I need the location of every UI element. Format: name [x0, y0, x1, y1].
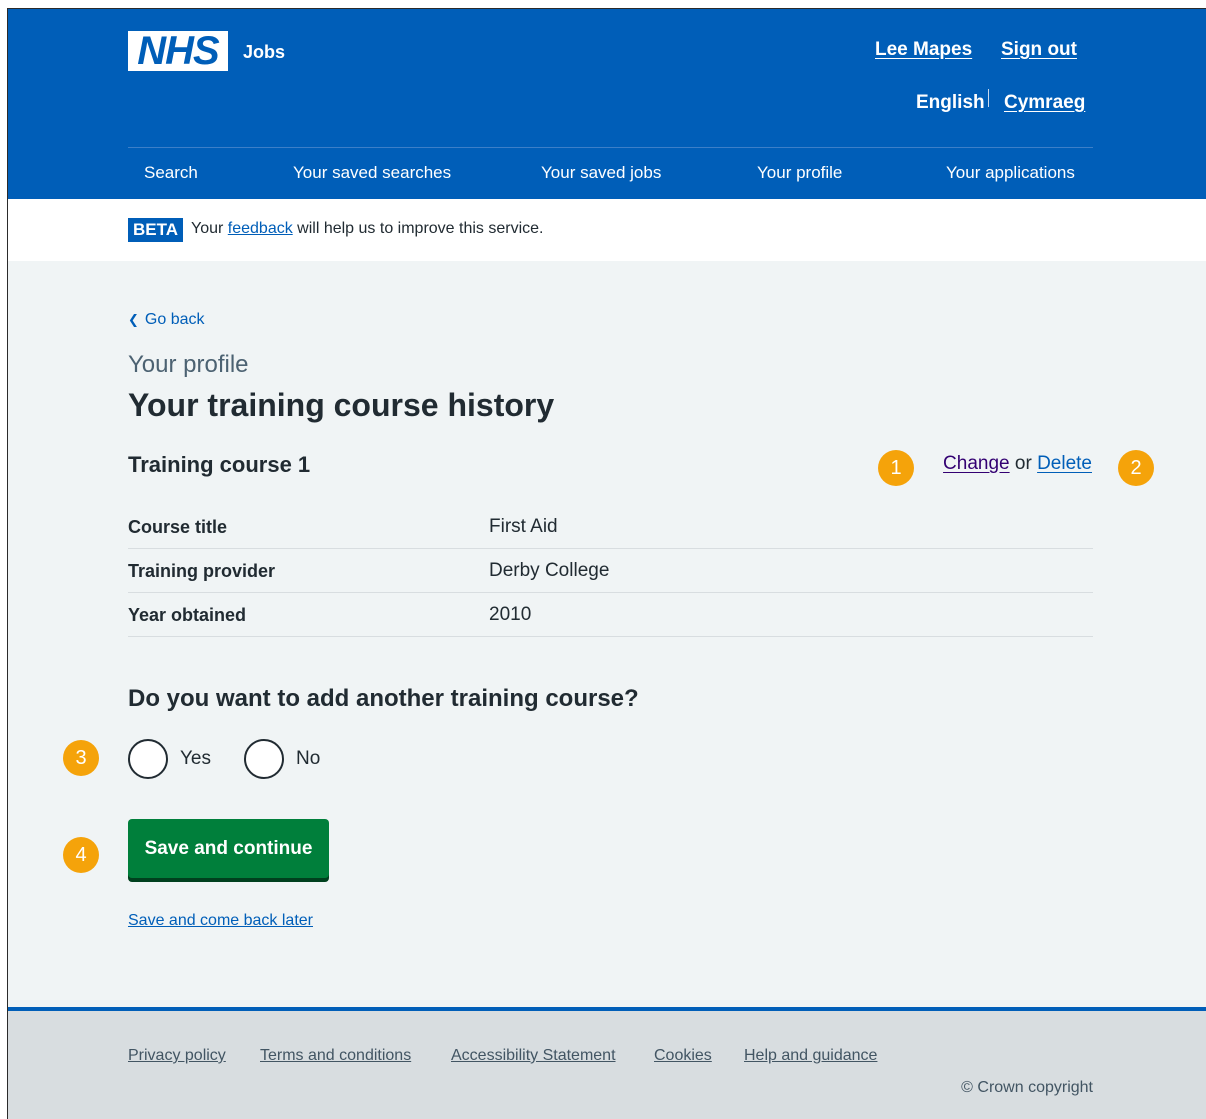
footer-privacy-policy-link[interactable]: Privacy policy	[128, 1047, 226, 1065]
summary-value: Derby College	[489, 560, 610, 581]
page-caption: Your profile	[128, 351, 249, 378]
sign-out-link[interactable]: Sign out	[1001, 39, 1077, 61]
nav-saved-jobs[interactable]: Your saved jobs	[541, 163, 661, 183]
save-and-continue-button[interactable]: Save and continue	[128, 819, 329, 878]
account-name-link[interactable]: Lee Mapes	[875, 39, 972, 61]
summary-key: Training provider	[128, 561, 276, 581]
summary-row: Year obtained 2010	[128, 593, 1093, 637]
nav-search[interactable]: Search	[144, 163, 198, 183]
beta-message: Your feedback will help us to improve th…	[191, 220, 543, 238]
language-divider	[988, 89, 989, 107]
site-header: NHS Jobs Lee Mapes Sign out English Cymr…	[8, 9, 1206, 199]
radio-no-input[interactable]	[244, 739, 284, 779]
footer-cookies-link[interactable]: Cookies	[654, 1047, 712, 1065]
page-title: Your training course history	[128, 387, 555, 423]
callout-marker-2: 2	[1118, 450, 1154, 486]
site-footer: Privacy policy Terms and conditions Acce…	[8, 1007, 1206, 1119]
summary-value: First Aid	[489, 516, 558, 537]
course-actions: Change or Delete	[943, 453, 1092, 475]
course-heading: Training course 1	[128, 452, 311, 477]
language-welsh-link[interactable]: Cymraeg	[1004, 92, 1085, 114]
save-and-come-back-later-link[interactable]: Save and come back later	[128, 912, 313, 930]
nhs-logo[interactable]: NHS	[128, 31, 228, 71]
delete-link[interactable]: Delete	[1037, 453, 1092, 474]
callout-marker-1: 1	[878, 450, 914, 486]
radio-no[interactable]: No	[244, 739, 320, 779]
footer-help-link[interactable]: Help and guidance	[744, 1047, 877, 1065]
footer-accessibility-link[interactable]: Accessibility Statement	[451, 1047, 616, 1065]
summary-row: Course title First Aid	[128, 505, 1093, 549]
service-name[interactable]: Jobs	[243, 42, 285, 63]
footer-terms-link[interactable]: Terms and conditions	[260, 1047, 411, 1065]
language-english: English	[916, 92, 985, 113]
radio-no-label[interactable]: No	[296, 748, 320, 770]
summary-list: Course title First Aid Training provider…	[128, 505, 1093, 637]
summary-key: Course title	[128, 517, 228, 537]
beta-text-after: will help us to improve this service.	[292, 220, 544, 237]
nav-your-profile[interactable]: Your profile	[757, 163, 842, 183]
nav-divider	[128, 147, 1093, 148]
beta-tag: BETA	[128, 218, 184, 242]
summary-value: 2010	[489, 604, 532, 625]
summary-row: Training provider Derby College	[128, 549, 1093, 593]
summary-key: Year obtained	[128, 605, 247, 625]
page-frame: NHS Jobs Lee Mapes Sign out English Cymr…	[7, 8, 1206, 1119]
or-text: or	[1014, 453, 1032, 474]
nhs-logo-text: NHS	[137, 29, 219, 73]
go-back-label: Go back	[144, 311, 205, 328]
feedback-link[interactable]: feedback	[228, 220, 293, 237]
go-back-link[interactable]: ❮ Go back	[128, 311, 205, 329]
change-link[interactable]: Change	[943, 453, 1010, 474]
radio-yes[interactable]: Yes	[128, 739, 211, 779]
nav-saved-searches[interactable]: Your saved searches	[293, 163, 451, 183]
callout-marker-4: 4	[63, 837, 99, 873]
nav-your-applications[interactable]: Your applications	[946, 163, 1075, 183]
callout-marker-3: 3	[63, 740, 99, 776]
radio-yes-label[interactable]: Yes	[180, 748, 211, 770]
chevron-left-icon: ❮	[128, 312, 139, 327]
add-another-question: Do you want to add another training cour…	[128, 685, 639, 712]
beta-banner: BETA Your feedback will help us to impro…	[8, 199, 1206, 261]
radio-yes-input[interactable]	[128, 739, 168, 779]
copyright-text: © Crown copyright	[961, 1079, 1093, 1096]
beta-text-before: Your	[191, 220, 228, 237]
